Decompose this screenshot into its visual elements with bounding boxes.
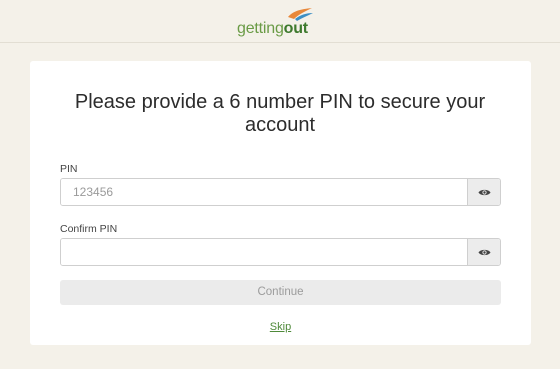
logo-word-getting: getting — [237, 20, 284, 37]
confirm-pin-input-group — [60, 238, 501, 266]
continue-button[interactable]: Continue — [60, 280, 501, 305]
pin-visibility-toggle[interactable] — [467, 179, 500, 205]
site-header: gettingout — [0, 0, 560, 43]
pin-setup-card: Please provide a 6 number PIN to secure … — [30, 61, 531, 345]
page-title: Please provide a 6 number PIN to secure … — [74, 91, 486, 136]
pin-input-group — [60, 178, 501, 206]
confirm-pin-input[interactable] — [61, 239, 467, 265]
pin-label: PIN — [60, 163, 78, 175]
logo-wordmark: gettingout — [237, 20, 308, 38]
confirm-pin-label: Confirm PIN — [60, 223, 118, 235]
confirm-pin-visibility-toggle[interactable] — [467, 239, 500, 265]
pin-input[interactable] — [61, 179, 467, 205]
gettingout-logo[interactable]: gettingout — [230, 6, 340, 38]
eye-icon — [478, 189, 490, 195]
logo-word-out: out — [283, 20, 308, 37]
skip-link[interactable]: Skip — [30, 321, 531, 333]
eye-icon — [478, 249, 490, 255]
